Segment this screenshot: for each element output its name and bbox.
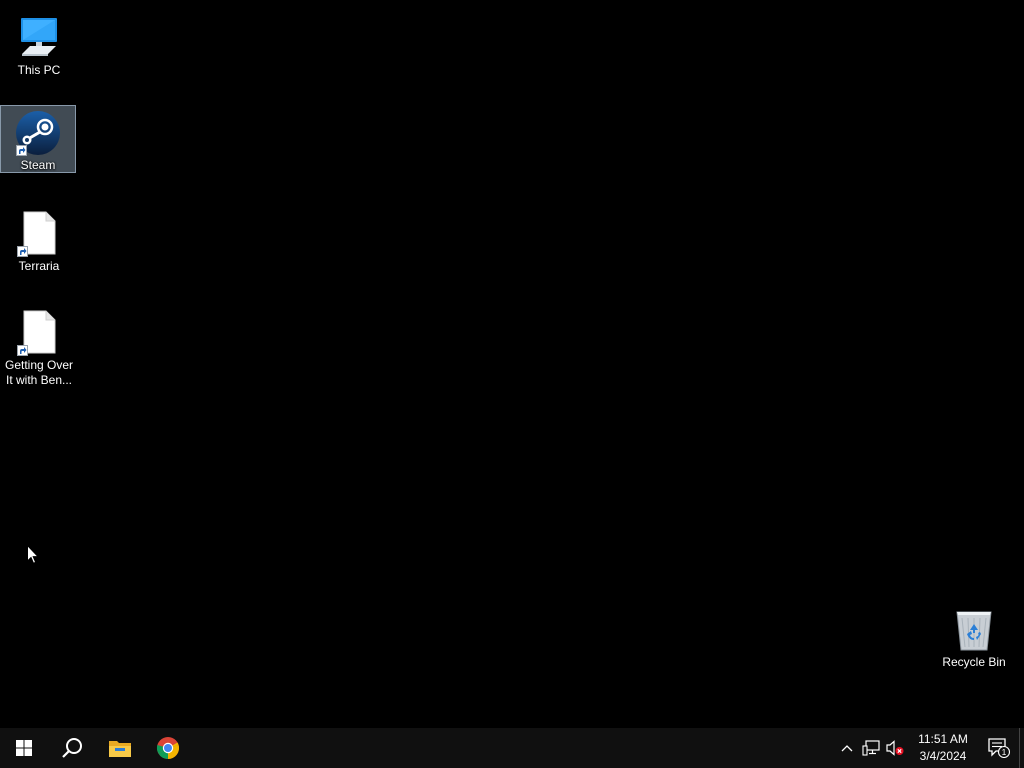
windows-start-icon bbox=[16, 740, 32, 756]
system-tray: 11:51 AM 3/4/2024 1 bbox=[835, 728, 1024, 768]
shortcut-arrow-icon bbox=[17, 345, 28, 356]
desktop-icon-label: Recycle Bin bbox=[942, 655, 1006, 669]
shortcut-arrow-icon bbox=[16, 145, 27, 156]
show-desktop-button[interactable] bbox=[1019, 728, 1024, 768]
desktop-icon-label: Steam bbox=[20, 158, 56, 172]
taskbar: 11:51 AM 3/4/2024 1 bbox=[0, 728, 1024, 768]
this-pc-icon bbox=[15, 13, 63, 61]
desktop-icon-terraria[interactable]: Terraria bbox=[1, 204, 77, 275]
volume-muted-icon bbox=[886, 740, 904, 756]
desktop-icon-getting-over-it[interactable]: Getting Over It with Ben... bbox=[1, 303, 77, 389]
file-shortcut-icon bbox=[15, 209, 63, 257]
desktop-icon-label: Terraria bbox=[18, 259, 60, 273]
mouse-cursor-icon bbox=[27, 545, 39, 564]
desktop-icon-label: Getting Over It with Ben... bbox=[4, 358, 74, 387]
network-button[interactable] bbox=[859, 728, 883, 768]
desktop-icon-steam[interactable]: Steam bbox=[0, 105, 76, 173]
show-hidden-icons-button[interactable] bbox=[835, 728, 859, 768]
notification-icon: 1 bbox=[988, 738, 1010, 758]
desktop-icon-recycle-bin[interactable]: Recycle Bin bbox=[936, 600, 1012, 671]
shortcut-arrow-icon bbox=[17, 246, 28, 257]
chrome-icon bbox=[156, 737, 180, 759]
clock-time: 11:51 AM bbox=[918, 732, 968, 746]
chrome-button[interactable] bbox=[144, 728, 192, 768]
notification-count: 1 bbox=[1002, 747, 1007, 757]
folder-icon bbox=[109, 741, 131, 757]
desktop-icon-label: This PC bbox=[17, 63, 61, 77]
action-center-button[interactable]: 1 bbox=[979, 728, 1019, 768]
desktop-icon-this-pc[interactable]: This PC bbox=[1, 8, 77, 79]
chevron-up-icon bbox=[841, 745, 853, 752]
clock[interactable]: 11:51 AM 3/4/2024 bbox=[907, 728, 979, 768]
file-explorer-button[interactable] bbox=[96, 728, 144, 768]
search-icon bbox=[62, 738, 82, 758]
network-icon bbox=[862, 740, 880, 756]
clock-date: 3/4/2024 bbox=[919, 749, 967, 763]
recycle-bin-icon bbox=[950, 605, 998, 653]
desktop[interactable]: This PC Steam Terraria Getting Over It w… bbox=[0, 0, 1024, 728]
volume-button[interactable] bbox=[883, 728, 907, 768]
file-shortcut-icon bbox=[15, 308, 63, 356]
search-button[interactable] bbox=[48, 728, 96, 768]
steam-icon bbox=[14, 110, 62, 156]
start-button[interactable] bbox=[0, 728, 48, 768]
